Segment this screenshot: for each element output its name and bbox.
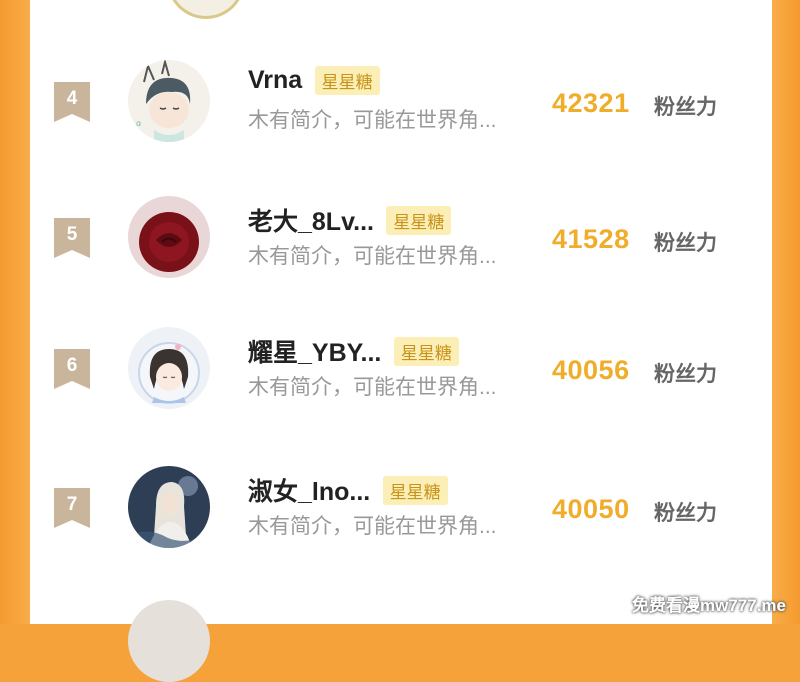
right-frame — [772, 0, 800, 624]
rank-tag: 4 — [54, 82, 90, 122]
ranking-list: 4 ɑ Vrna 星星糖 木有简介，可能在世界角... 42321 粉丝力 5 — [30, 0, 772, 682]
user-description: 木有简介，可能在世界角... — [248, 109, 497, 132]
rank-number: 7 — [66, 494, 78, 515]
photo-avatar-icon[interactable] — [128, 466, 210, 548]
fan-power-count: 42321 — [552, 88, 630, 118]
avatar — [167, 0, 245, 19]
anime-girl-avatar-icon[interactable] — [128, 327, 210, 409]
user-name[interactable]: 耀星_YBY... — [248, 339, 381, 367]
user-name[interactable]: 淑女_lno... — [248, 478, 370, 506]
user-description: 木有简介，可能在世界角... — [248, 376, 497, 399]
rank-tag: 7 — [54, 488, 90, 528]
rank-tag: 6 — [54, 349, 90, 389]
list-item[interactable]: 6 耀星_YBY... 星星糖 木有简介，可能在世界角... 40056 粉丝力 — [30, 327, 772, 447]
list-item[interactable]: 4 ɑ Vrna 星星糖 木有简介，可能在世界角... 42321 粉丝力 — [30, 60, 772, 180]
level-badge: 星星糖 — [386, 205, 452, 235]
rank-number: 5 — [66, 224, 78, 245]
user-description: 木有简介，可能在世界角... — [248, 515, 497, 538]
avatar[interactable] — [128, 600, 210, 682]
fan-power-label: 粉丝力 — [654, 502, 717, 525]
user-description: 木有简介，可能在世界角... — [248, 245, 497, 268]
fan-power-count: 40056 — [552, 355, 630, 385]
fan-power-count: 41528 — [552, 224, 630, 254]
user-name[interactable]: Vrna — [248, 66, 302, 94]
rank-tag: 5 — [54, 218, 90, 258]
fan-power-count: 40050 — [552, 494, 630, 524]
left-frame — [0, 0, 30, 624]
level-badge: 星星糖 — [393, 336, 459, 366]
list-item[interactable]: 7 淑女_lno... 星星糖 木有简介，可能在世界角... 40050 粉丝力 — [30, 466, 772, 586]
fan-power-label: 粉丝力 — [654, 96, 717, 119]
list-item[interactable]: 5 老大_8Lv... 星星糖 木有简介，可能在世界角... 41528 粉丝力 — [30, 196, 772, 316]
rank-number: 6 — [66, 355, 78, 376]
level-badge: 星星糖 — [314, 66, 380, 95]
fan-power-label: 粉丝力 — [654, 232, 717, 255]
watermark: 免费看漫mw777.me — [632, 596, 786, 615]
fan-power-label: 粉丝力 — [654, 363, 717, 386]
rose-avatar-icon[interactable] — [128, 196, 210, 278]
rank-number: 4 — [66, 88, 78, 109]
svg-text:ɑ: ɑ — [136, 119, 141, 128]
user-name[interactable]: 老大_8Lv... — [248, 208, 374, 236]
cartoon-avatar-icon[interactable]: ɑ — [128, 60, 210, 142]
level-badge: 星星糖 — [382, 475, 448, 505]
